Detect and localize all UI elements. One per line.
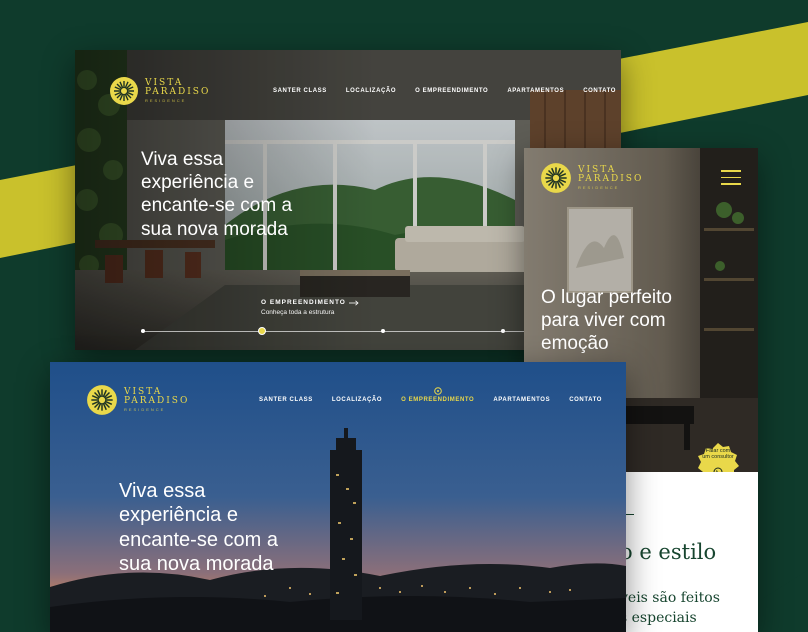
sun-flower-icon	[87, 385, 117, 415]
brand-logo[interactable]: VISTA PARADISO RESIDENCE	[86, 384, 189, 416]
hero-headline-line: encante-se com a	[119, 528, 278, 551]
slider-dot[interactable]	[501, 329, 505, 333]
main-nav: SANTER CLASS LOCALIZAÇÃO O EMPREENDIMENT…	[273, 88, 616, 94]
nav-item-santer-class[interactable]: SANTER CLASS	[273, 88, 327, 94]
section-body-line: veis são feitos	[620, 590, 720, 606]
main-nav: SANTER CLASS LOCALIZAÇÃO O EMPREENDIMENT…	[259, 387, 602, 403]
hero-headline-line: para viver com	[541, 310, 666, 332]
arrow-right-icon	[348, 299, 359, 306]
nav-item-contato[interactable]: CONTATO	[583, 88, 616, 94]
whatsapp-label-line: um consultor	[702, 454, 734, 461]
hero-headline-line: sua nova morada	[119, 553, 274, 576]
hero-slider-pagination	[141, 327, 571, 335]
brand-name-line3: RESIDENCE	[124, 407, 166, 412]
slider-dot[interactable]	[141, 329, 145, 333]
nav-item-o-empreendimento[interactable]: O EMPREENDIMENTO	[415, 88, 488, 94]
nav-item-contato[interactable]: CONTATO	[569, 397, 602, 403]
hamburger-menu-icon[interactable]	[721, 170, 741, 186]
sun-flower-icon	[110, 77, 138, 105]
nav-item-santer-class[interactable]: SANTER CLASS	[259, 397, 313, 403]
hero-headline-line: Viva essa	[119, 480, 206, 502]
brand-name-line2: PARADISO	[578, 174, 644, 184]
brand-name-line2: PARADISO	[124, 396, 190, 406]
desktop-screen-night: VISTA PARADISO RESIDENCE SANTER CLASS LO…	[50, 362, 626, 632]
hero-headline-line: sua nova morada	[141, 218, 288, 240]
slider-dot[interactable]	[381, 329, 385, 333]
hero-headline-line: O lugar perfeito	[541, 287, 672, 308]
nav-item-o-empreendimento[interactable]: O EMPREENDIMENTO	[401, 387, 475, 403]
hero-headline: Viva essa experiência e encante-se com a…	[141, 148, 292, 241]
hero-headline-line: encante-se com a	[141, 195, 293, 217]
nav-item-apartamentos[interactable]: APARTAMENTOS	[507, 88, 564, 94]
hero-headline-line: emoção	[541, 333, 609, 355]
mobile-hero-headline: O lugar perfeito para viver com emoção	[541, 286, 672, 356]
nav-item-localizacao[interactable]: LOCALIZAÇÃO	[332, 397, 382, 403]
hero-headline-line: Viva essa	[141, 149, 224, 170]
hero-headline-line: experiência e	[119, 504, 238, 527]
nav-item-apartamentos[interactable]: APARTAMENTOS	[493, 397, 550, 403]
brand-logo[interactable]: VISTA PARADISO RESIDENCE	[109, 76, 210, 106]
nav-item-label: O EMPREENDIMENTO	[401, 397, 475, 403]
hero-headline: Viva essa experiência e encante-se com a…	[119, 479, 278, 577]
cta-subtitle: Conheça toda a estrutura	[261, 309, 335, 316]
nav-item-localizacao[interactable]: LOCALIZAÇÃO	[346, 88, 396, 94]
brand-name-line3: RESIDENCE	[578, 185, 620, 190]
cta-title: O EMPREENDIMENTO	[261, 299, 346, 306]
brand-name-line2: PARADISO	[145, 87, 211, 97]
sun-flower-icon	[541, 163, 571, 193]
hero-headline-line: experiência e	[141, 172, 255, 194]
sun-dot-icon	[433, 387, 442, 395]
section-body-line: s especiais	[620, 610, 697, 626]
cta-link[interactable]: O EMPREENDIMENTO Conheça toda a estrutur…	[261, 299, 359, 316]
brand-name-line3: RESIDENCE	[145, 98, 187, 103]
slider-dot-active[interactable]	[258, 327, 266, 335]
section-heading: o e estilo	[620, 540, 717, 564]
slider-track	[141, 330, 571, 332]
brand-logo[interactable]: VISTA PARADISO RESIDENCE	[540, 162, 643, 194]
